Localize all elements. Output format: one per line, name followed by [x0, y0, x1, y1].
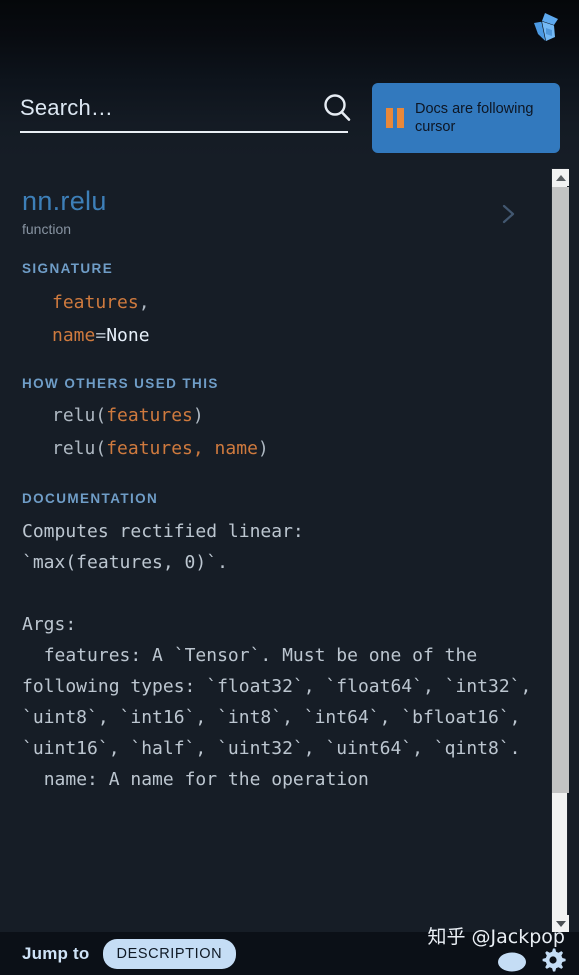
signature-comma: ,	[138, 292, 150, 313]
signature-equals: =	[95, 325, 107, 346]
scroll-down-button[interactable]	[552, 915, 569, 932]
triangle-up-icon	[555, 174, 566, 181]
doc-header: nn.relu function	[0, 160, 551, 237]
chevron-left-icon[interactable]	[449, 200, 477, 228]
section-label-signature: SIGNATURE	[22, 261, 114, 276]
signature-param-name: name	[52, 325, 96, 346]
footer-bar: Jump to DESCRIPTION	[0, 932, 579, 975]
scroll-up-button[interactable]	[552, 169, 569, 186]
vertical-scrollbar[interactable]	[551, 168, 569, 933]
search-icon[interactable]	[320, 91, 354, 125]
docs-following-cursor-label: Docs are following cursor	[415, 101, 534, 135]
usage-1-args: features, name	[106, 438, 258, 459]
history-nav	[449, 200, 521, 228]
jump-to-label: Jump to	[22, 943, 90, 963]
usage-0-args: features	[106, 405, 193, 426]
gear-icon[interactable]	[541, 947, 567, 973]
signature-default-none: None	[106, 325, 150, 346]
triangle-down-icon	[555, 920, 566, 927]
app-header: Docs are following cursor	[0, 0, 579, 160]
documentation-text: Computes rectified linear: `max(features…	[22, 521, 532, 790]
kite-copilot-window: Docs are following cursor nn.relu functi…	[0, 0, 579, 975]
usage-0-fn: relu(	[52, 405, 107, 426]
search-input[interactable]	[20, 88, 310, 128]
signature-code: features, name=None	[0, 286, 551, 352]
scrollbar-thumb[interactable]	[552, 187, 569, 793]
usage-0-close: )	[192, 405, 204, 426]
signature-param-features: features	[52, 292, 139, 313]
speech-bubble-icon[interactable]	[497, 951, 527, 973]
search-underline	[20, 131, 348, 133]
jump-to-description-button[interactable]: DESCRIPTION	[102, 938, 237, 969]
usage-examples: relu(features) relu(features, name)	[0, 399, 551, 465]
section-label-documentation: DOCUMENTATION	[22, 491, 159, 506]
documentation-panel: nn.relu function SIGNATURE features, nam…	[0, 160, 551, 932]
usage-1-close: )	[257, 438, 269, 459]
footer-actions	[497, 947, 567, 973]
chevron-right-icon[interactable]	[493, 200, 521, 228]
kite-logo-icon	[528, 10, 562, 44]
docs-following-cursor-button[interactable]: Docs are following cursor	[372, 83, 560, 153]
pause-icon	[386, 108, 404, 128]
usage-1-fn: relu(	[52, 438, 107, 459]
section-label-usage: HOW OTHERS USED THIS	[22, 376, 219, 391]
search-container[interactable]	[20, 88, 351, 138]
